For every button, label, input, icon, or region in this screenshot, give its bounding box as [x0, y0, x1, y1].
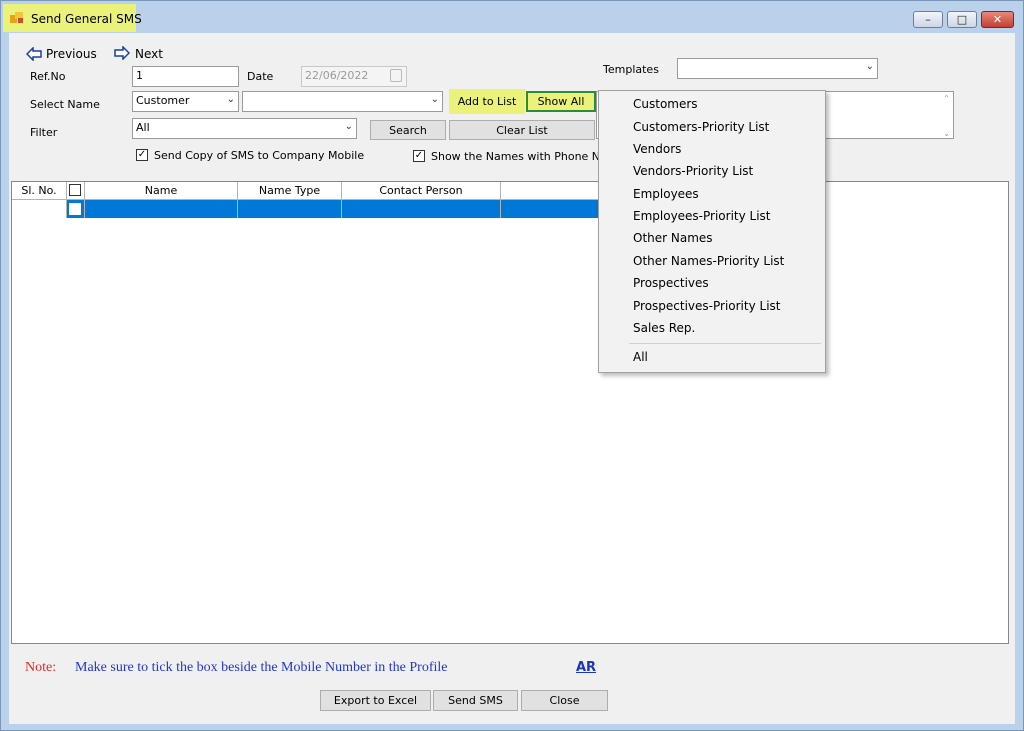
column-header-contact-person[interactable]: Contact Person	[342, 182, 501, 200]
scroll-down-icon[interactable]: ⌄	[943, 129, 950, 138]
chevron-down-icon: ⌄	[226, 94, 235, 105]
menu-separator	[629, 343, 821, 344]
show-names-checkbox[interactable]: ✓	[413, 150, 425, 162]
search-button[interactable]: Search	[370, 120, 446, 140]
clear-list-button[interactable]: Clear List	[449, 120, 595, 140]
templates-label: Templates	[603, 63, 659, 76]
menu-item-prospectives[interactable]: Prospectives	[633, 276, 709, 290]
row-name-cell[interactable]	[85, 200, 238, 218]
date-label: Date	[247, 70, 274, 83]
send-copy-checkbox[interactable]: ✓	[136, 149, 148, 161]
column-header-extra[interactable]	[501, 182, 601, 200]
name-select[interactable]: ⌄	[242, 91, 443, 112]
menu-item-vendors[interactable]: Vendors	[633, 142, 681, 156]
menu-item-customers[interactable]: Customers	[633, 97, 698, 111]
note-label: Note:	[25, 660, 57, 675]
column-header-name[interactable]: Name	[85, 182, 238, 200]
templates-select[interactable]: ⌄	[677, 58, 878, 79]
calendar-icon	[390, 69, 402, 82]
menu-item-other-names[interactable]: Other Names	[633, 231, 713, 245]
maximize-icon: □	[956, 13, 968, 26]
title-bar[interactable]: Send General SMS – □ ✕	[1, 1, 1023, 33]
menu-item-sales-rep[interactable]: Sales Rep.	[633, 321, 695, 335]
chevron-down-icon: ⌄	[344, 121, 353, 132]
previous-link[interactable]: Previous	[46, 47, 97, 61]
names-grid: Sl. No. Name Name Type Contact Person	[11, 181, 1009, 644]
filter-select[interactable]: All ⌄	[132, 118, 357, 139]
scroll-up-icon[interactable]: ⌃	[943, 94, 950, 103]
menu-item-vendors-priority[interactable]: Vendors-Priority List	[633, 164, 753, 178]
menu-item-customers-priority[interactable]: Customers-Priority List	[633, 120, 769, 134]
send-copy-label: Send Copy of SMS to Company Mobile	[154, 149, 365, 162]
send-general-sms-window: Send General SMS – □ ✕ Previous Next Ref…	[0, 0, 1024, 731]
refno-label: Ref.No	[30, 70, 66, 83]
maximize-button[interactable]: □	[947, 11, 977, 28]
show-all-button[interactable]: Show All	[526, 91, 596, 112]
row-extra-cell[interactable]	[501, 200, 601, 218]
app-icon	[10, 12, 23, 23]
filter-value: All	[136, 121, 150, 134]
column-header-sl-no[interactable]: Sl. No.	[12, 182, 67, 200]
add-to-list-button[interactable]: Add to List	[449, 89, 525, 114]
next-arrow-icon[interactable]	[114, 46, 130, 60]
ar-link[interactable]: AR	[576, 660, 596, 675]
window-close-button[interactable]: ✕	[981, 11, 1014, 28]
row-sl-no-cell[interactable]	[12, 200, 67, 218]
chevron-down-icon: ⌄	[430, 94, 439, 105]
next-link[interactable]: Next	[135, 47, 163, 61]
show-names-label: Show the Names with Phone Numb	[431, 150, 625, 163]
row-contact-person-cell[interactable]	[342, 200, 501, 218]
export-to-excel-button[interactable]: Export to Excel	[320, 690, 431, 711]
previous-arrow-icon[interactable]	[26, 47, 42, 61]
menu-item-prospectives-priority[interactable]: Prospectives-Priority List	[633, 299, 781, 313]
row-name-type-cell[interactable]	[238, 200, 342, 218]
name-type-select[interactable]: Customer ⌄	[132, 91, 239, 112]
send-sms-button[interactable]: Send SMS	[433, 690, 518, 711]
grid-header: Sl. No. Name Name Type Contact Person	[12, 182, 1008, 200]
chevron-down-icon: ⌄	[865, 61, 874, 72]
row-checkbox[interactable]	[69, 203, 81, 215]
menu-item-other-names-priority[interactable]: Other Names-Priority List	[633, 254, 784, 268]
date-field: 22/06/2022	[301, 66, 407, 87]
select-name-label: Select Name	[30, 98, 100, 111]
note-text: Make sure to tick the box beside the Mob…	[75, 660, 448, 675]
table-row[interactable]	[12, 200, 1008, 218]
date-value: 22/06/2022	[305, 69, 369, 82]
column-header-select[interactable]	[67, 182, 85, 200]
filter-label: Filter	[30, 126, 58, 139]
menu-item-employees[interactable]: Employees	[633, 187, 699, 201]
column-header-name-type[interactable]: Name Type	[238, 182, 342, 200]
close-button[interactable]: Close	[521, 690, 608, 711]
menu-item-all[interactable]: All	[633, 350, 648, 364]
minimize-icon: –	[925, 13, 931, 26]
refno-input[interactable]: 1	[132, 66, 239, 87]
close-icon: ✕	[992, 13, 1003, 26]
select-all-checkbox[interactable]	[69, 184, 81, 196]
menu-item-employees-priority[interactable]: Employees-Priority List	[633, 209, 771, 223]
row-select-cell[interactable]	[67, 200, 85, 218]
minimize-button[interactable]: –	[913, 11, 943, 28]
window-client-area: Previous Next Ref.No 1 Date 22/06/2022 T…	[9, 33, 1015, 724]
name-type-value: Customer	[136, 94, 190, 107]
window-title: Send General SMS	[31, 12, 142, 26]
name-type-dropdown-menu: Customers Customers-Priority List Vendor…	[598, 90, 826, 373]
